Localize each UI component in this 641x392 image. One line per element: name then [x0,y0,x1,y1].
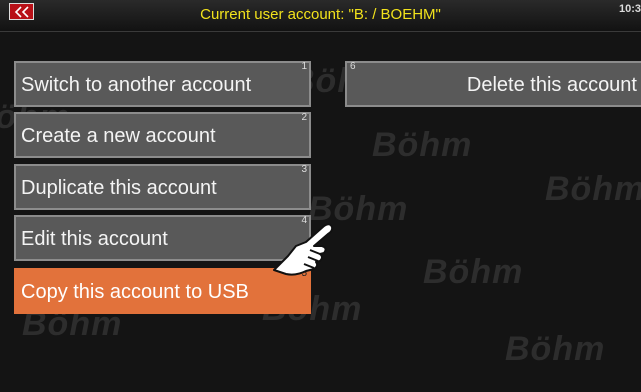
watermark-logo: Böhm [505,330,606,368]
watermark-logo: Böhm [423,253,524,291]
page-title: Current user account: "B: / BOEHM" [200,6,441,23]
button-number: 2 [301,112,307,123]
watermark-logo: Böhm [545,170,641,208]
button-number: 1 [301,61,307,72]
switch-account-button[interactable]: Switch to another account 1 [14,61,311,107]
button-number: 6 [350,61,356,72]
button-label: Duplicate this account [21,177,217,199]
delete-account-button[interactable]: Delete this account 6 [345,61,641,107]
clock: 10:3 [618,3,641,15]
top-bar: Current user account: "B: / BOEHM" 10:3 [0,0,641,32]
button-label: Copy this account to USB [21,281,249,303]
button-number: 3 [301,164,307,175]
create-account-button[interactable]: Create a new account 2 [14,112,311,158]
button-label: Create a new account [21,125,216,147]
watermark-logo: Böhm [372,126,473,164]
button-label: Delete this account [466,74,637,96]
button-label: Edit this account [21,228,168,250]
button-label: Switch to another account [21,74,252,96]
pointing-hand-icon [273,223,334,276]
duplicate-account-button[interactable]: Duplicate this account 3 [14,164,311,210]
